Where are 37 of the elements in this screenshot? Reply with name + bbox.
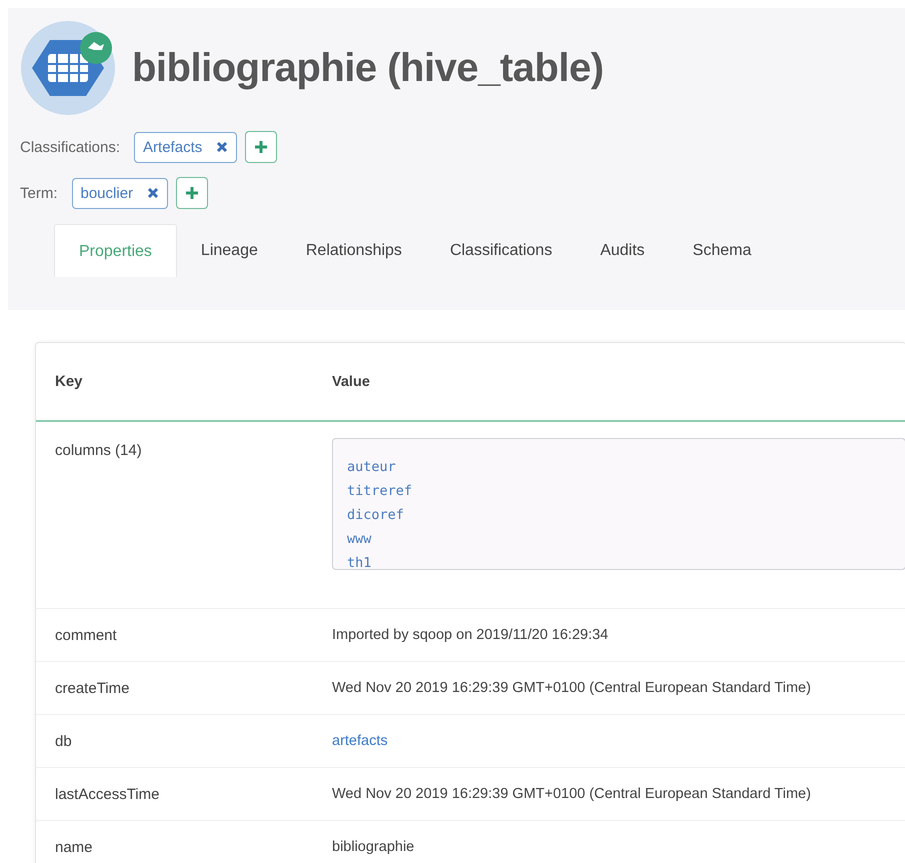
tab[interactable]: Properties [54,224,177,277]
column-name[interactable]: th1 [347,551,372,569]
column-name[interactable]: www [347,527,372,551]
field-label: Classifications: [20,138,120,156]
table-cell-text: lastAccessTime [54,786,160,802]
column-header: Value [332,374,371,390]
tab[interactable]: Schema [668,224,776,277]
tag-label: Artefacts [143,138,202,156]
table-cell-text: columns (14) [54,441,143,459]
tab[interactable]: Relationships [282,224,426,277]
plus-icon [254,140,268,154]
column-header: Key [54,373,84,390]
table-cell-text: Wed Nov 20 2019 16:29:39 GMT+0100 (Central European Standard Time) [332,680,812,696]
tab[interactable]: Lineage [176,224,282,277]
table-cell-text: comment [54,626,118,644]
tag-chip[interactable]: bouclier [72,178,168,208]
add-button[interactable] [176,177,208,209]
remove-icon[interactable] [147,187,160,199]
tab[interactable]: Audits [576,224,669,277]
table-cell-text: createTime [54,680,130,696]
table-cell-text: bibliographie [332,839,416,855]
tag-chip[interactable]: Artefacts [134,132,238,162]
column-name[interactable]: dicoref [347,503,404,527]
plus-icon [185,186,200,200]
column-name[interactable]: titreref [347,479,412,503]
table-cell-text: name [54,838,94,856]
add-button[interactable] [245,131,278,163]
column-name[interactable]: auteur [347,455,396,479]
field-label: Term: [20,184,58,202]
page-title: bibliographie (hive_table) [132,46,604,90]
tag-label: bouclier [80,184,134,202]
table-cell-text: Wed Nov 20 2019 16:29:39 GMT+0100 (Central European Standard Time) [332,786,812,802]
table-cell-text: db [54,732,73,750]
db-link[interactable]: artefacts [332,733,388,749]
table-cell-text: Imported by sqoop on 2019/11/20 16:29:34 [332,627,610,643]
tab[interactable]: Classifications [426,224,576,277]
remove-icon[interactable] [216,141,228,153]
